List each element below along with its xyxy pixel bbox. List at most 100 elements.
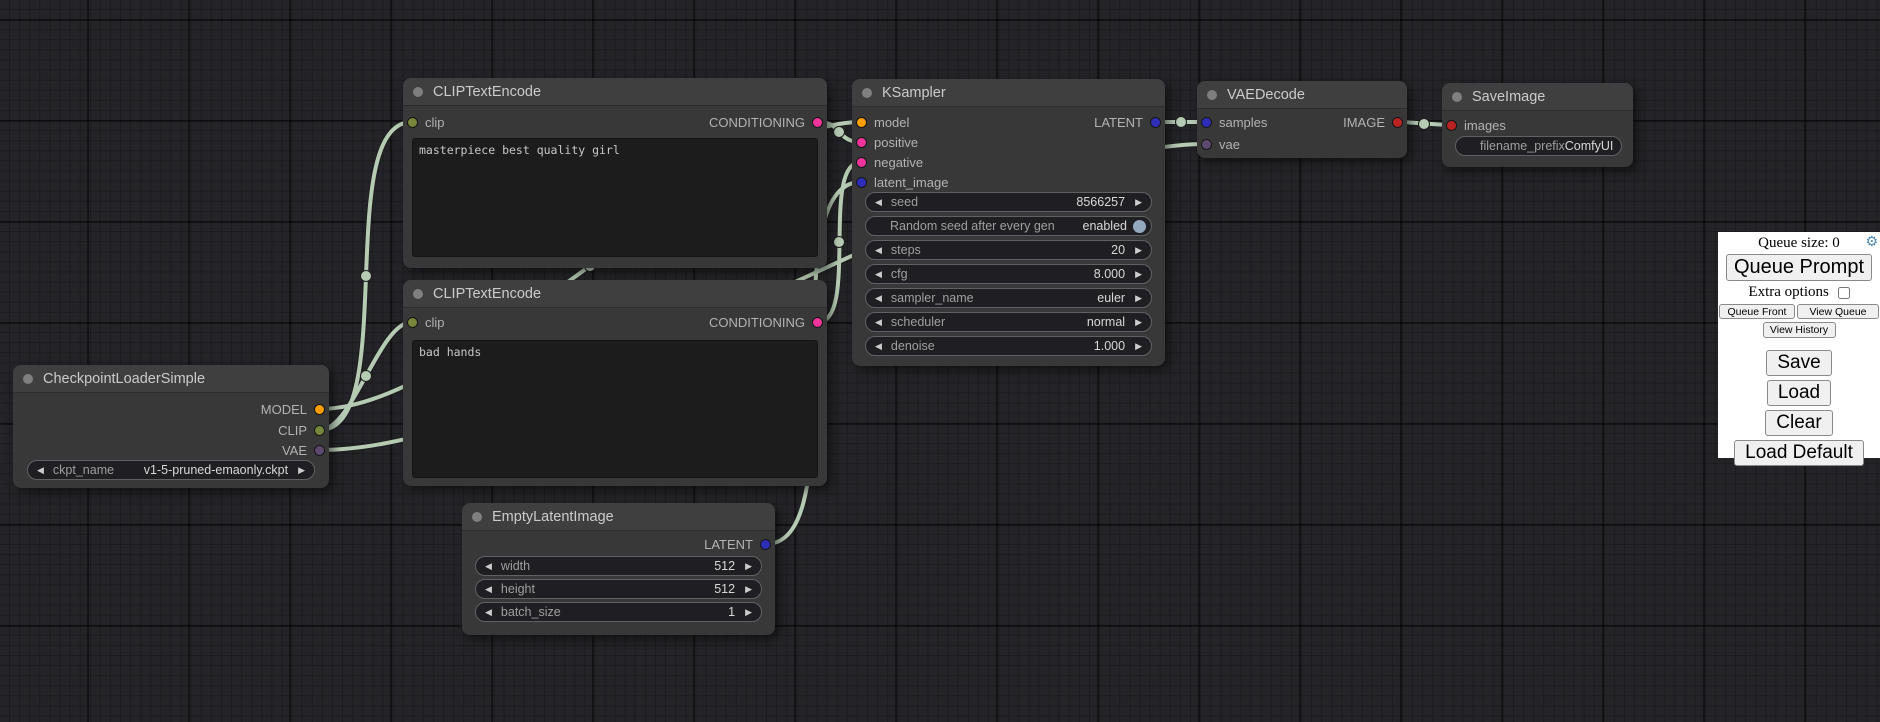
node-empty-latent-image[interactable]: EmptyLatentImage LATENT ◀ width 512 ▶ ◀ … [462, 503, 775, 635]
node-clip-text-encode-positive[interactable]: CLIPTextEncode clip CONDITIONING masterp… [403, 78, 827, 268]
latent-image-input-port[interactable] [856, 177, 867, 188]
model-input-port[interactable] [856, 117, 867, 128]
conditioning-output-port[interactable] [812, 117, 823, 128]
node-title: VAEDecode [1227, 87, 1305, 103]
node-graph-canvas[interactable]: CheckpointLoaderSimple MODEL CLIP VAE ◀ … [0, 0, 1880, 722]
clip-input-port[interactable] [407, 317, 418, 328]
load-button[interactable]: Load [1767, 380, 1831, 406]
clip-output-port[interactable] [314, 425, 325, 436]
filename-prefix-widget[interactable]: filename_prefix ComfyUI [1455, 136, 1622, 156]
model-output-port[interactable] [314, 404, 325, 415]
steps-widget[interactable]: ◀ steps 20 ▶ [865, 240, 1152, 260]
width-widget[interactable]: ◀ width 512 ▶ [475, 556, 762, 576]
right-arrow-icon[interactable]: ▶ [745, 602, 761, 622]
collapse-dot-icon[interactable] [1452, 92, 1462, 102]
positive-input-port[interactable] [856, 137, 867, 148]
right-arrow-icon[interactable]: ▶ [298, 460, 314, 480]
collapse-dot-icon[interactable] [23, 374, 33, 384]
node-save-image[interactable]: SaveImage images filename_prefix ComfyUI [1442, 83, 1633, 167]
node-clip-text-encode-negative[interactable]: CLIPTextEncode clip CONDITIONING bad han… [403, 280, 827, 486]
node-title-bar[interactable]: VAEDecode [1197, 81, 1407, 109]
conditioning-output-port[interactable] [812, 317, 823, 328]
sampler-name-widget[interactable]: ◀ sampler_name euler ▶ [865, 288, 1152, 308]
output-slot-image: IMAGE [1343, 112, 1403, 132]
left-arrow-icon[interactable]: ◀ [866, 288, 891, 308]
node-title-bar[interactable]: KSampler [852, 79, 1165, 107]
queue-size-label: Queue size: 0 [1758, 235, 1840, 251]
right-arrow-icon[interactable]: ▶ [1135, 336, 1151, 356]
scheduler-widget[interactable]: ◀ scheduler normal ▶ [865, 312, 1152, 332]
batch-size-widget[interactable]: ◀ batch_size 1 ▶ [475, 602, 762, 622]
random-seed-toggle-widget[interactable]: Random seed after every gen enabled [865, 216, 1152, 236]
extra-options-checkbox[interactable] [1838, 287, 1850, 299]
input-slot-negative: negative [856, 152, 923, 172]
node-title-bar[interactable]: CLIPTextEncode [403, 280, 827, 308]
height-widget[interactable]: ◀ height 512 ▶ [475, 579, 762, 599]
output-slot-latent: LATENT [704, 534, 771, 554]
right-arrow-icon[interactable]: ▶ [1135, 312, 1151, 332]
left-arrow-icon[interactable]: ◀ [866, 264, 891, 284]
node-title: CLIPTextEncode [433, 286, 541, 302]
node-ksampler[interactable]: KSampler model positive negative latent_… [852, 79, 1165, 366]
input-slot-samples: samples [1201, 112, 1267, 132]
queue-front-button[interactable]: Queue Front [1719, 304, 1795, 319]
output-slot-model: MODEL [261, 399, 325, 419]
input-slot-clip: clip [407, 112, 445, 132]
input-slot-clip: clip [407, 312, 445, 332]
input-slot-latent-image: latent_image [856, 172, 948, 192]
latent-output-port[interactable] [1150, 117, 1161, 128]
left-arrow-icon[interactable]: ◀ [476, 602, 501, 622]
images-input-port[interactable] [1446, 120, 1457, 131]
node-title-bar[interactable]: CLIPTextEncode [403, 78, 827, 106]
collapse-dot-icon[interactable] [413, 289, 423, 299]
node-title: SaveImage [1472, 89, 1545, 105]
positive-prompt-textarea[interactable]: masterpiece best quality girl [412, 138, 818, 257]
collapse-dot-icon[interactable] [1207, 90, 1217, 100]
right-arrow-icon[interactable]: ▶ [1135, 264, 1151, 284]
node-title-bar[interactable]: EmptyLatentImage [462, 503, 775, 531]
input-slot-positive: positive [856, 132, 918, 152]
samples-input-port[interactable] [1201, 117, 1212, 128]
queue-prompt-button[interactable]: Queue Prompt [1726, 254, 1872, 281]
left-arrow-icon[interactable]: ◀ [866, 336, 891, 356]
cfg-widget[interactable]: ◀ cfg 8.000 ▶ [865, 264, 1152, 284]
right-arrow-icon[interactable]: ▶ [745, 556, 761, 576]
node-title: EmptyLatentImage [492, 509, 614, 525]
denoise-widget[interactable]: ◀ denoise 1.000 ▶ [865, 336, 1152, 356]
right-arrow-icon[interactable]: ▶ [1135, 240, 1151, 260]
left-arrow-icon[interactable]: ◀ [866, 312, 891, 332]
load-default-button[interactable]: Load Default [1734, 440, 1864, 466]
negative-input-port[interactable] [856, 157, 867, 168]
seed-widget[interactable]: ◀ seed 8566257 ▶ [865, 192, 1152, 212]
left-arrow-icon[interactable]: ◀ [866, 192, 891, 212]
output-slot-conditioning: CONDITIONING [709, 312, 823, 332]
latent-output-port[interactable] [760, 539, 771, 550]
node-title-bar[interactable]: CheckpointLoaderSimple [13, 365, 329, 393]
vae-input-port[interactable] [1201, 139, 1212, 150]
save-button[interactable]: Save [1766, 350, 1831, 376]
node-vae-decode[interactable]: VAEDecode samples vae IMAGE [1197, 81, 1407, 158]
node-checkpoint-loader-simple[interactable]: CheckpointLoaderSimple MODEL CLIP VAE ◀ … [13, 365, 329, 488]
left-arrow-icon[interactable]: ◀ [476, 579, 501, 599]
node-title-bar[interactable]: SaveImage [1442, 83, 1633, 111]
right-arrow-icon[interactable]: ▶ [1135, 288, 1151, 308]
negative-prompt-textarea[interactable]: bad hands [412, 340, 818, 478]
collapse-dot-icon[interactable] [413, 87, 423, 97]
right-arrow-icon[interactable]: ▶ [1135, 192, 1151, 212]
collapse-dot-icon[interactable] [862, 88, 872, 98]
toggle-enabled-icon[interactable] [1133, 220, 1146, 233]
image-output-port[interactable] [1392, 117, 1403, 128]
queue-size-row: Queue size: 0 ⚙ [1718, 232, 1880, 252]
clip-input-port[interactable] [407, 117, 418, 128]
left-arrow-icon[interactable]: ◀ [476, 556, 501, 576]
gear-icon[interactable]: ⚙ [1865, 235, 1878, 249]
collapse-dot-icon[interactable] [472, 512, 482, 522]
view-history-button[interactable]: View History [1763, 322, 1836, 338]
vae-output-port[interactable] [314, 445, 325, 456]
left-arrow-icon[interactable]: ◀ [866, 240, 891, 260]
clear-button[interactable]: Clear [1765, 410, 1832, 436]
right-arrow-icon[interactable]: ▶ [745, 579, 761, 599]
ckpt-name-widget[interactable]: ◀ ckpt_name v1-5-pruned-emaonly.ckpt ▶ [27, 460, 315, 480]
left-arrow-icon[interactable]: ◀ [28, 460, 53, 480]
view-queue-button[interactable]: View Queue [1797, 304, 1879, 319]
